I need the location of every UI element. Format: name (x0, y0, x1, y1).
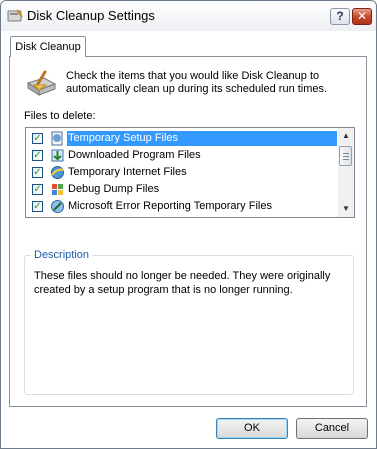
disk-cleanup-settings-window: Disk Cleanup Settings ? ✕ Disk Cleanup C… (0, 0, 377, 449)
tab-disk-cleanup[interactable]: Disk Cleanup (10, 36, 86, 57)
ok-button[interactable]: OK (216, 418, 288, 439)
window-title: Disk Cleanup Settings (27, 8, 155, 23)
scroll-thumb[interactable] (339, 146, 352, 166)
debug-dump-files-icon (52, 184, 63, 195)
list-item-downloaded-program-files[interactable]: ✓ Downloaded Program Files (26, 147, 338, 164)
title-bar[interactable]: Disk Cleanup Settings ? ✕ (1, 1, 376, 31)
debug-dump-files-checkbox[interactable]: ✓ (32, 184, 43, 195)
list-item-label: Debug Dump Files (68, 183, 160, 195)
disk-cleanup-icon (26, 70, 57, 96)
error-reporting-icon (51, 200, 64, 213)
grip-line-icon (343, 156, 349, 157)
grip-line-icon (343, 159, 349, 160)
list-item-temporary-setup-files[interactable]: ✓ Temporary Setup Files (26, 130, 338, 147)
downloaded-program-files-checkbox[interactable]: ✓ (32, 150, 43, 161)
files-to-delete-list[interactable]: ✓ Temporary Setup Files ✓ Downloaded Pro… (25, 127, 355, 218)
list-item-temporary-internet-files[interactable]: ✓ Temporary Internet Files (26, 164, 338, 181)
list-item-debug-dump-files[interactable]: ✓ Debug Dump Files (26, 181, 338, 198)
description-text: These files should no longer be needed. … (34, 270, 331, 296)
grip-line-icon (343, 153, 349, 154)
internet-files-icon (51, 166, 65, 179)
setup-files-icon (51, 131, 63, 146)
list-item-label: Temporary Internet Files (68, 166, 187, 178)
intro-text: Check the items that you would like Disk… (66, 70, 328, 95)
list-item-label: Microsoft Error Reporting Temporary File… (68, 200, 272, 212)
list-item-label: Temporary Setup Files (67, 131, 337, 146)
close-button[interactable]: ✕ (352, 8, 372, 25)
download-icon (51, 149, 64, 162)
description-legend: Description (31, 249, 93, 261)
disk-cleanup-title-icon (7, 9, 23, 22)
temporary-internet-files-checkbox[interactable]: ✓ (32, 167, 43, 178)
microsoft-error-reporting-temporary-files-checkbox[interactable]: ✓ (32, 201, 43, 212)
scroll-up-icon[interactable]: ▲ (338, 128, 354, 144)
files-list-scrollbar[interactable]: ▲ ▼ (338, 128, 354, 217)
temporary-setup-files-checkbox[interactable]: ✓ (32, 133, 43, 144)
scroll-down-icon[interactable]: ▼ (338, 201, 354, 217)
description-groupbox: Description These files should no longer… (24, 249, 354, 395)
list-item-microsoft-error-reporting-temporary-files[interactable]: ✓ Microsoft Error Reporting Temporary Fi… (26, 198, 338, 215)
cancel-button[interactable]: Cancel (296, 418, 368, 439)
files-to-delete-label: Files to delete: (24, 110, 96, 122)
help-button[interactable]: ? (330, 8, 350, 25)
list-item-label: Downloaded Program Files (68, 149, 201, 161)
